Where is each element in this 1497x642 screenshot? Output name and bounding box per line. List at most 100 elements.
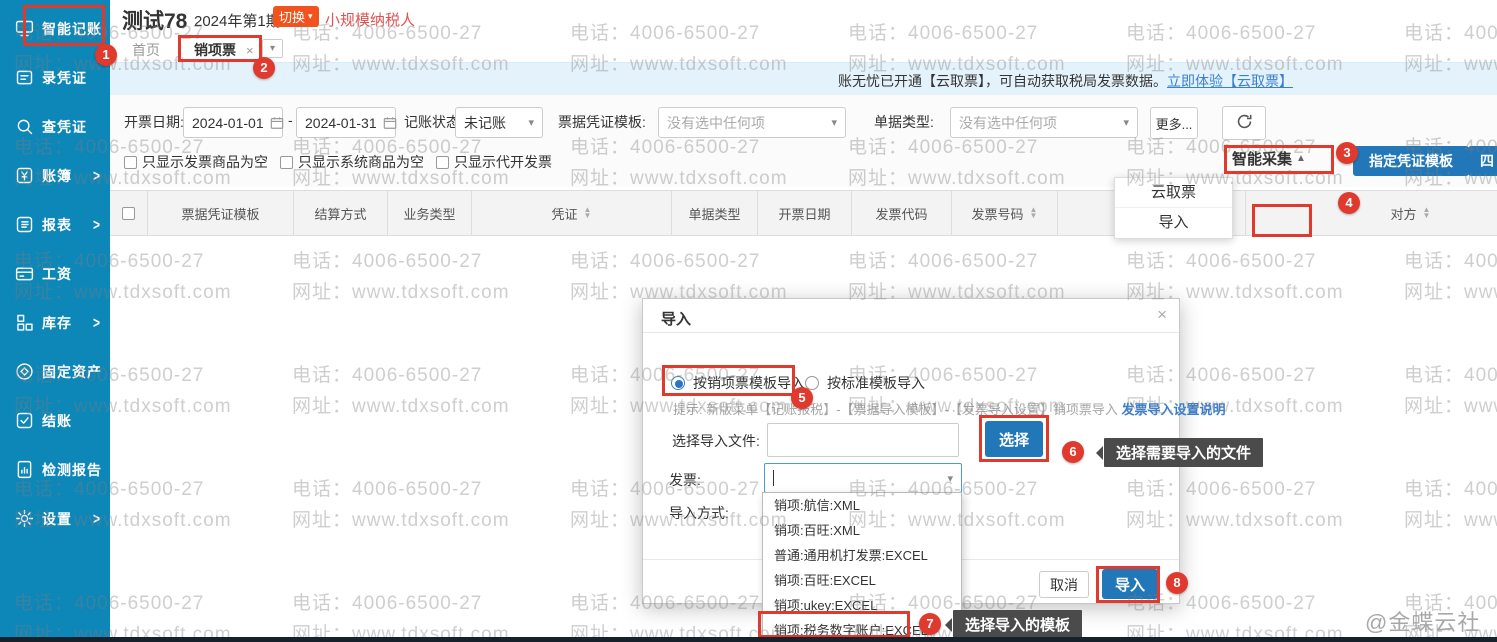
date-to-field[interactable] xyxy=(296,107,396,138)
invoice-option-4[interactable]: 销项:百旺:EXCEL xyxy=(763,568,961,593)
salary-icon xyxy=(13,263,35,285)
notice-link[interactable]: 立即体验【云取票】 xyxy=(1167,73,1293,89)
date-to-input[interactable] xyxy=(305,115,381,131)
radio-unselected-icon[interactable] xyxy=(805,376,819,390)
chevron-down-icon: ▾ xyxy=(831,116,837,129)
booking-status-select[interactable]: 未记账 ▾ xyxy=(455,107,543,138)
checkbox-icon[interactable] xyxy=(280,156,293,169)
switch-account-button[interactable]: 切换 ▾ xyxy=(273,6,319,27)
accounting-period: 2024年第1期 xyxy=(194,10,281,31)
notice-bar: 账无忧已开通【云取票】，可自动获取税局发票数据。立即体验【云取票】 xyxy=(110,62,1497,95)
checkbox-icon[interactable] xyxy=(122,207,135,220)
radio-standard-template[interactable]: 按标准模板导入 xyxy=(805,373,925,393)
inventory-icon xyxy=(13,312,35,334)
divider xyxy=(643,332,1179,333)
sidebar-item-ledger[interactable]: 账簿> xyxy=(0,151,110,200)
filter-checkbox-3[interactable]: 只显示代开发票 xyxy=(436,152,552,172)
fixed-assets-icon xyxy=(13,361,35,383)
smart-collect-button[interactable]: 智能采集 ▲ xyxy=(1232,148,1306,169)
refresh-icon xyxy=(1235,112,1254,134)
chevron-right-icon: > xyxy=(93,166,100,184)
sort-icon[interactable]: ▲▼ xyxy=(1423,207,1431,219)
date-from-field[interactable] xyxy=(183,107,283,138)
sidebar-item-salary[interactable]: 工资 xyxy=(0,249,110,298)
closing-icon xyxy=(13,410,35,432)
menu-item-导入[interactable]: 导入 xyxy=(1115,208,1232,238)
tab-bar: 首页 销项票× ▾ xyxy=(110,34,1497,62)
column-header-4[interactable]: 凭证▲▼ xyxy=(472,191,672,235)
taxpayer-type-label: 小规模纳税人 xyxy=(325,9,415,30)
sidebar: 智能记账录凭证查凭证账簿>报表>工资库存>固定资产结账检测报告设置> xyxy=(0,0,110,642)
sidebar-item-record-voucher[interactable]: 录凭证 xyxy=(0,53,110,102)
sidebar-item-report[interactable]: 报表> xyxy=(0,200,110,249)
doc-type-select[interactable]: 没有选中任何项 ▾ xyxy=(950,107,1138,138)
chevron-right-icon: > xyxy=(93,215,100,233)
tab-list-dropdown[interactable]: ▾ xyxy=(262,39,283,58)
column-header-10[interactable]: 对方▲▼ xyxy=(1246,191,1497,235)
dialog-close-icon[interactable]: × xyxy=(1157,305,1167,325)
checkbox-icon[interactable] xyxy=(436,156,449,169)
column-header-7: 发票代码 xyxy=(852,191,952,235)
date-separator: - xyxy=(288,112,293,128)
filter-checkbox-2[interactable]: 只显示系统商品为空 xyxy=(280,152,424,172)
invoice-option-3[interactable]: 普通:通用机打发票:EXCEL xyxy=(763,543,961,568)
ledger-icon xyxy=(13,165,35,187)
file-label: 选择导入文件: xyxy=(672,431,760,451)
sidebar-item-check-report[interactable]: 检测报告 xyxy=(0,445,110,494)
import-settings-help-link[interactable]: 发票导入设置说明 xyxy=(1122,402,1226,417)
cancel-button[interactable]: 取消 xyxy=(1039,571,1089,598)
doc-type-label: 单据类型: xyxy=(874,112,934,132)
sort-icon[interactable]: ▲▼ xyxy=(1030,207,1038,219)
invoice-table-header: 票据凭证模板结算方式业务类型凭证▲▼单据类型开票日期发票代码发票号码▲▼数电票号… xyxy=(110,190,1497,236)
sidebar-item-smart-accounting[interactable]: 智能记账 xyxy=(0,4,110,53)
checkbox-icon[interactable] xyxy=(124,156,137,169)
chevron-down-icon: ▾ xyxy=(308,11,313,22)
smart-collect-menu: 云取票导入 xyxy=(1114,177,1233,239)
company-name: 测试78 xyxy=(122,5,187,35)
column-header-5: 单据类型 xyxy=(672,191,758,235)
radio-sales-template[interactable]: 按销项票模板导入 xyxy=(671,373,805,393)
column-header-6: 开票日期 xyxy=(758,191,852,235)
import-file-input[interactable] xyxy=(767,423,959,457)
column-header-2: 结算方式 xyxy=(294,191,388,235)
menu-item-云取票[interactable]: 云取票 xyxy=(1115,178,1232,208)
invoice-template-options: 销项:航信:XML销项:百旺:XML普通:通用机打发票:EXCEL销项:百旺:E… xyxy=(762,492,962,642)
calendar-icon[interactable] xyxy=(383,116,397,130)
filter-checkbox-1[interactable]: 只显示发票商品为空 xyxy=(124,152,268,172)
sidebar-item-search-voucher[interactable]: 查凭证 xyxy=(0,102,110,151)
voucher-template-select[interactable]: 没有选中任何项 ▾ xyxy=(658,107,846,138)
close-tab-icon[interactable]: × xyxy=(246,43,254,58)
invoice-option-5[interactable]: 销项:ukey:EXCEL xyxy=(763,593,961,618)
text-cursor xyxy=(773,470,774,486)
tab-home[interactable]: 首页 xyxy=(132,40,160,60)
smart-accounting-icon xyxy=(13,18,35,40)
invoice-template-combobox[interactable]: ▾ xyxy=(764,463,962,493)
tab-sales-invoice[interactable]: 销项票× xyxy=(194,40,254,60)
filter-section: 开票日期: - 记账状态: 未记账 ▾ 票据凭证模板: 没有选中任何项 ▾ 单据… xyxy=(110,95,1497,187)
date-from-input[interactable] xyxy=(192,115,268,131)
calendar-icon[interactable] xyxy=(270,116,284,130)
sidebar-item-settings[interactable]: 设置> xyxy=(0,494,110,543)
column-header-8[interactable]: 发票号码▲▼ xyxy=(952,191,1058,235)
sidebar-item-inventory[interactable]: 库存> xyxy=(0,298,110,347)
truncated-right-button[interactable]: 四 xyxy=(1468,146,1497,176)
select-all-checkbox[interactable] xyxy=(110,191,148,235)
chevron-down-icon: ▾ xyxy=(947,472,953,485)
dialog-hint: 提示: 新版菜单【记账报税】-【票据导入模板】-【发票导入设置】销项票导入 发票… xyxy=(673,399,1226,418)
invoice-option-2[interactable]: 销项:百旺:XML xyxy=(763,518,961,543)
refresh-button[interactable] xyxy=(1222,106,1266,140)
radio-selected-icon[interactable] xyxy=(671,376,685,390)
sidebar-menu: 智能记账录凭证查凭证账簿>报表>工资库存>固定资产结账检测报告设置> xyxy=(0,0,110,543)
sidebar-item-fixed-assets[interactable]: 固定资产 xyxy=(0,347,110,396)
import-confirm-button[interactable]: 导入 xyxy=(1102,569,1158,599)
chevron-up-icon: ▲ xyxy=(1296,153,1306,164)
sort-icon[interactable]: ▲▼ xyxy=(584,207,592,219)
invoice-label: 发票: xyxy=(669,470,701,490)
title-bar: 测试78 2024年第1期 切换 ▾ 小规模纳税人 xyxy=(110,0,1497,34)
report-icon xyxy=(13,214,35,236)
choose-file-button[interactable]: 选择 xyxy=(985,421,1043,457)
assign-voucher-template-button[interactable]: 指定凭证模板 xyxy=(1353,146,1469,176)
more-filters-button[interactable]: 更多... xyxy=(1150,107,1198,139)
invoice-option-1[interactable]: 销项:航信:XML xyxy=(763,493,961,518)
sidebar-item-closing[interactable]: 结账 xyxy=(0,396,110,445)
